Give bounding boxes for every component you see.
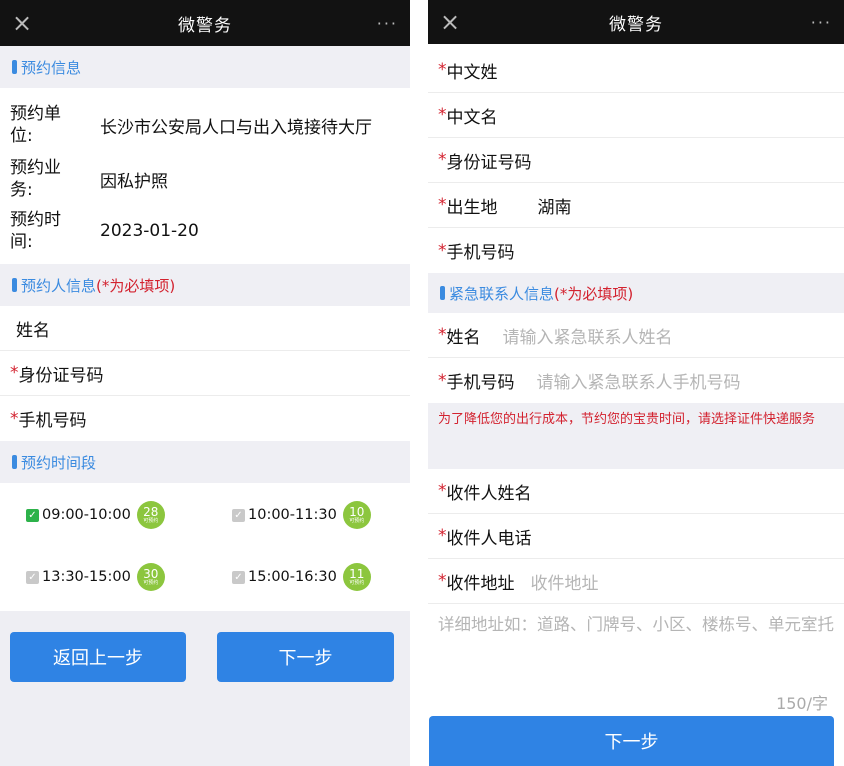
more-icon[interactable]: ··· bbox=[802, 13, 832, 32]
required-star: * bbox=[438, 195, 447, 215]
field-label: 手机号码 bbox=[446, 373, 515, 393]
section-title: 预约人信息 bbox=[21, 276, 97, 295]
required-star: * bbox=[10, 363, 19, 383]
left-screen: × 微警务 ··· 预约信息 预约单 位: 长沙市公安局人口与出入境接待大厅 预约… bbox=[0, 0, 410, 766]
required-star: * bbox=[438, 370, 447, 391]
emergency-contact-header: 紧急联系人信息 (*为必填项) bbox=[428, 273, 844, 313]
section-marker-icon bbox=[12, 278, 17, 292]
field-label: 姓名 bbox=[446, 327, 481, 348]
info-value: 2023-01-20 bbox=[100, 221, 199, 241]
time-slot-grid: ✓ 09:00-10:00 28 可预约 ✓ 10:00-11:30 10 可预约 … bbox=[0, 483, 410, 611]
field-placeholder: 收件地址 bbox=[530, 573, 599, 594]
field-label: 身份证号码 bbox=[446, 152, 532, 173]
checkbox-unchecked-icon[interactable]: ✓ bbox=[26, 570, 39, 584]
detail-address-textarea[interactable]: 详细地址如：道路、门牌号、小区、楼栋号、单元室托 bbox=[428, 604, 844, 690]
next-button[interactable]: 下一步 bbox=[429, 716, 834, 766]
section-marker-icon bbox=[12, 455, 17, 469]
required-star: * bbox=[438, 105, 447, 125]
info-label: 预约业 务: bbox=[10, 158, 61, 200]
page-title: 微警务 bbox=[178, 15, 232, 36]
required-star: * bbox=[438, 240, 447, 261]
info-row-unit: 预约单 位: 长沙市公安局人口与出入境接待大厅 bbox=[0, 96, 410, 154]
field-label: 中文名 bbox=[446, 107, 498, 128]
right-screen: × 微警务 ··· * 中文姓 * 中文名 * 身份证号码 * 出生地 湖南 *… bbox=[428, 0, 844, 766]
time-slot[interactable]: ✓ 13:30-15:00 30 可预约 bbox=[26, 563, 165, 591]
info-label: 预约单 位: bbox=[10, 104, 61, 146]
info-value: 因私护照 bbox=[100, 171, 168, 192]
title-bar: × 微警务 ··· bbox=[0, 0, 410, 46]
back-button[interactable]: 返回上一步 bbox=[10, 632, 186, 682]
section-title: 预约时间段 bbox=[21, 453, 97, 472]
person-info-header: 预约人信息 (*为必填项) bbox=[0, 264, 410, 306]
slot-time: 15:00-16:30 bbox=[248, 569, 337, 585]
required-star: * bbox=[438, 526, 447, 546]
close-icon[interactable]: × bbox=[12, 9, 42, 37]
checkbox-unchecked-icon[interactable]: ✓ bbox=[232, 570, 245, 584]
field-label: 手机号码 bbox=[446, 243, 515, 263]
emergency-phone-field[interactable]: * 手机号码 请输入紧急联系人手机号码 bbox=[428, 358, 844, 403]
checkbox-unchecked-icon[interactable]: ✓ bbox=[232, 508, 245, 522]
recipient-address-field[interactable]: * 收件地址 收件地址 bbox=[428, 559, 844, 604]
availability-badge: 28 可预约 bbox=[136, 501, 165, 529]
field-label: 收件人姓名 bbox=[446, 483, 532, 504]
page-title: 微警务 bbox=[609, 14, 663, 35]
field-id-number[interactable]: * 身份证号码 bbox=[428, 138, 844, 183]
field-birthplace[interactable]: * 出生地 湖南 bbox=[428, 183, 844, 228]
next-button[interactable]: 下一步 bbox=[217, 632, 394, 682]
field-label: 出生地 bbox=[446, 197, 498, 218]
required-star: * bbox=[10, 408, 19, 429]
field-phone[interactable]: * 手机号码 bbox=[0, 396, 410, 441]
required-star: * bbox=[438, 325, 447, 345]
required-star: * bbox=[438, 571, 447, 591]
recipient-name-field[interactable]: * 收件人姓名 bbox=[428, 469, 844, 514]
field-chinese-surname[interactable]: * 中文姓 bbox=[428, 48, 844, 93]
section-marker-icon bbox=[440, 286, 445, 300]
field-id-number[interactable]: * 身份证号码 bbox=[0, 351, 410, 396]
field-placeholder: 请输入紧急联系人手机号码 bbox=[536, 373, 741, 393]
required-star: * bbox=[438, 150, 447, 170]
slot-time: 13:30-15:00 bbox=[42, 569, 131, 585]
field-placeholder: 请输入紧急联系人姓名 bbox=[502, 327, 673, 348]
required-note: (*为必填项) bbox=[96, 276, 176, 295]
title-bar: × 微警务 ··· bbox=[428, 0, 844, 44]
availability-badge: 11 可预约 bbox=[342, 563, 371, 591]
availability-badge: 10 可预约 bbox=[342, 501, 371, 529]
time-slot[interactable]: ✓ 10:00-11:30 10 可预约 bbox=[232, 501, 371, 529]
field-value: 湖南 bbox=[537, 197, 572, 218]
more-icon[interactable]: ··· bbox=[368, 14, 398, 33]
time-slot[interactable]: ✓ 09:00-10:00 28 可预约 bbox=[26, 501, 165, 529]
field-label: 手机号码 bbox=[18, 411, 87, 431]
char-counter: 150/字 bbox=[428, 690, 844, 718]
field-chinese-given-name[interactable]: * 中文名 bbox=[428, 93, 844, 138]
field-name[interactable]: 姓名 bbox=[0, 306, 410, 351]
checkbox-checked-icon[interactable]: ✓ bbox=[26, 508, 39, 522]
time-slot-header: 预约时间段 bbox=[0, 441, 410, 483]
time-slot[interactable]: ✓ 15:00-16:30 11 可预约 bbox=[232, 563, 371, 591]
appointment-info-header: 预约信息 bbox=[0, 46, 410, 88]
section-title: 紧急联系人信息 bbox=[449, 284, 555, 303]
slot-time: 10:00-11:30 bbox=[248, 507, 337, 523]
emergency-name-field[interactable]: * 姓名 请输入紧急联系人姓名 bbox=[428, 313, 844, 358]
availability-badge: 30 可预约 bbox=[136, 563, 165, 591]
required-note: (*为必填项) bbox=[554, 284, 634, 303]
field-label: 姓名 bbox=[16, 320, 50, 341]
section-marker-icon bbox=[12, 60, 17, 74]
field-label: 身份证号码 bbox=[18, 365, 104, 386]
field-label: 收件人电话 bbox=[446, 528, 532, 549]
info-label: 预约时 间: bbox=[10, 210, 61, 252]
close-icon[interactable]: × bbox=[440, 8, 470, 36]
info-row-service: 预约业 务: 因私护照 bbox=[0, 154, 410, 204]
info-value: 长沙市公安局人口与出入境接待大厅 bbox=[100, 117, 372, 138]
section-title: 预约信息 bbox=[21, 58, 82, 77]
required-star: * bbox=[438, 481, 447, 501]
delivery-notice: 为了降低您的出行成本，节约您的宝贵时间，请选择证件快递服务 bbox=[428, 403, 844, 469]
required-star: * bbox=[438, 60, 447, 80]
recipient-phone-field[interactable]: * 收件人电话 bbox=[428, 514, 844, 559]
field-label: 中文姓 bbox=[446, 62, 498, 83]
field-label: 收件地址 bbox=[446, 573, 515, 594]
slot-time: 09:00-10:00 bbox=[42, 507, 131, 523]
info-row-time: 预约时 间: 2023-01-20 bbox=[0, 204, 410, 258]
field-phone[interactable]: * 手机号码 bbox=[428, 228, 844, 273]
